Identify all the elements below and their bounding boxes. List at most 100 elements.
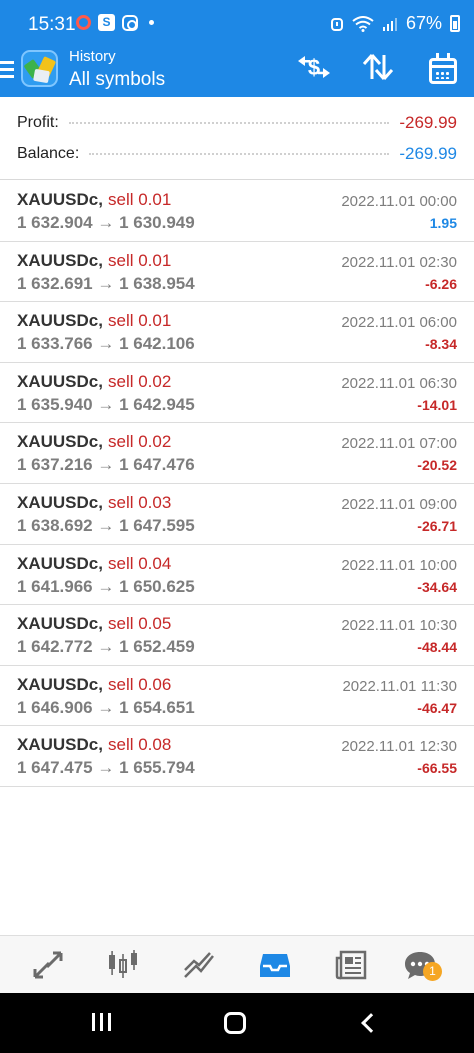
notification-s-icon: S — [98, 14, 115, 31]
deal-datetime: 2022.11.01 02:30 — [341, 253, 457, 271]
deal-symbol: XAUUSDc, — [17, 250, 103, 270]
nav-quotes[interactable] — [24, 942, 72, 988]
deal-symbol: XAUUSDc, — [17, 311, 103, 331]
recent-apps-icon[interactable] — [82, 1007, 122, 1039]
deal-datetime: 2022.11.01 06:00 — [341, 314, 457, 332]
deal-profit: -26.71 — [417, 517, 457, 534]
deal-profit: -8.34 — [425, 336, 457, 353]
sort-button[interactable] — [358, 52, 398, 88]
deal-row[interactable]: XAUUSDc, sell 0.01 1 633.766 → 1 642.106… — [0, 302, 474, 363]
deal-symbol: XAUUSDc, — [17, 735, 103, 755]
nav-news[interactable] — [327, 942, 375, 988]
deal-prices: 1 632.691 → 1 638.954 — [17, 273, 195, 293]
deal-row[interactable]: XAUUSDc, sell 0.01 1 632.691 → 1 638.954… — [0, 242, 474, 303]
deal-profit: -20.52 — [417, 457, 457, 474]
deal-symbol: XAUUSDc, — [17, 190, 103, 209]
deal-row[interactable]: XAUUSDc, sell 0.04 1 641.966 → 1 650.625… — [0, 545, 474, 606]
candlestick-chart-icon — [109, 950, 137, 978]
history-inbox-icon — [260, 954, 290, 977]
deal-symbol: XAUUSDc, — [17, 371, 103, 391]
deal-datetime: 2022.11.01 12:30 — [341, 738, 457, 756]
deal-side: sell 0.05 — [108, 614, 172, 634]
deal-row[interactable]: XAUUSDc, sell 0.08 1 647.475 → 1 655.794… — [0, 726, 474, 787]
deal-datetime: 2022.11.01 10:00 — [341, 556, 457, 574]
news-icon — [335, 950, 367, 980]
deal-side: sell 0.01 — [108, 190, 172, 209]
exchange-dollar-icon: $ — [298, 55, 330, 80]
history-summary: Profit: -269.99 Balance: -269.99 — [0, 97, 474, 180]
deal-side: sell 0.03 — [108, 492, 172, 512]
deal-symbol: XAUUSDc, — [17, 432, 103, 452]
notification-ring-icon — [76, 15, 91, 30]
svg-text:$: $ — [308, 55, 320, 80]
profit-value: -269.99 — [399, 113, 457, 132]
bottom-navigation: 1 — [0, 935, 474, 993]
deal-symbol: XAUUSDc, — [17, 614, 103, 634]
metatrader-logo[interactable] — [21, 50, 58, 87]
deal-symbol: XAUUSDc, — [17, 553, 103, 573]
deal-profit: -34.64 — [417, 578, 457, 595]
status-time: 15:31 — [28, 14, 76, 35]
deal-datetime: 2022.11.01 09:00 — [341, 495, 457, 513]
deal-profit: -6.26 — [425, 275, 457, 292]
chat-badge: 1 — [423, 962, 442, 981]
deal-side: sell 0.01 — [108, 250, 172, 270]
deal-datetime: 2022.11.01 00:00 — [341, 193, 457, 210]
deal-prices: 1 633.766 → 1 642.106 — [17, 334, 195, 354]
deal-row[interactable]: XAUUSDc, sell 0.03 1 638.692 → 1 647.595… — [0, 484, 474, 545]
more-notifications-dot-icon — [149, 20, 154, 25]
nav-chart[interactable] — [99, 942, 147, 988]
deal-prices: 1 637.216 → 1 647.476 — [17, 455, 195, 475]
deal-side: sell 0.04 — [108, 553, 172, 573]
system-navigation-bar — [0, 993, 474, 1053]
deal-prices: 1 647.475 → 1 655.794 — [17, 758, 195, 778]
deal-datetime: 2022.11.01 06:30 — [341, 374, 457, 392]
deal-symbol: XAUUSDc, — [17, 492, 103, 512]
dotted-leader — [68, 122, 390, 124]
deal-row[interactable]: XAUUSDc, sell 0.05 1 642.772 → 1 652.459… — [0, 605, 474, 666]
status-bar: 15:31 S 67% — [0, 0, 474, 48]
deal-profit: -66.55 — [417, 760, 457, 777]
nav-history[interactable] — [251, 942, 299, 988]
back-icon[interactable] — [350, 1007, 390, 1039]
quotes-arrows-icon — [33, 951, 63, 979]
calendar-icon — [429, 53, 457, 84]
profit-label: Profit: — [17, 114, 59, 131]
deal-datetime: 2022.11.01 11:30 — [342, 677, 457, 695]
deal-side: sell 0.06 — [108, 674, 172, 694]
deal-side: sell 0.02 — [108, 432, 172, 452]
nav-trade[interactable] — [175, 942, 223, 988]
deal-profit: -46.47 — [417, 699, 457, 716]
home-icon[interactable] — [216, 1007, 256, 1039]
signal-icon — [382, 17, 397, 31]
nav-chat[interactable]: 1 — [396, 942, 444, 988]
deal-profit: 1.95 — [429, 215, 457, 231]
deal-row[interactable]: XAUUSDc, sell 0.02 1 637.216 → 1 647.476… — [0, 423, 474, 484]
balance-label: Balance: — [17, 145, 80, 162]
deal-side: sell 0.02 — [108, 371, 172, 391]
deal-profit: -14.01 — [417, 396, 457, 413]
menu-icon[interactable] — [0, 61, 14, 79]
app-bar: History All symbols $ — [0, 48, 474, 97]
deal-symbol: XAUUSDc, — [17, 674, 103, 694]
status-notifications: S — [76, 14, 154, 31]
deal-row[interactable]: XAUUSDc, sell 0.06 1 646.906 → 1 654.651… — [0, 666, 474, 727]
status-system-icons: 67% — [330, 13, 460, 34]
deal-row[interactable]: XAUUSDc, sell 0.02 1 635.940 → 1 642.945… — [0, 363, 474, 424]
deal-prices: 1 641.966 → 1 650.625 — [17, 576, 195, 596]
deal-side: sell 0.01 — [108, 311, 172, 331]
battery-percent: 67% — [405, 13, 442, 33]
trade-chart-icon — [184, 952, 214, 978]
balance-value: -269.99 — [399, 144, 457, 163]
deal-datetime: 2022.11.01 10:30 — [341, 617, 457, 635]
battery-icon — [450, 15, 460, 32]
symbol-filter-title[interactable]: All symbols — [69, 69, 165, 91]
deal-prices: 1 638.692 → 1 647.595 — [17, 515, 195, 535]
exchange-button[interactable]: $ — [294, 52, 334, 88]
alarm-icon — [330, 17, 343, 31]
deal-prices: 1 632.904 → 1 630.949 — [17, 213, 195, 232]
balance-row: Balance: -269.99 — [17, 142, 457, 166]
deal-profit: -48.44 — [417, 639, 457, 656]
deal-row[interactable]: XAUUSDc, sell 0.01 1 632.904 → 1 630.949… — [0, 181, 474, 242]
calendar-button[interactable] — [423, 52, 463, 88]
